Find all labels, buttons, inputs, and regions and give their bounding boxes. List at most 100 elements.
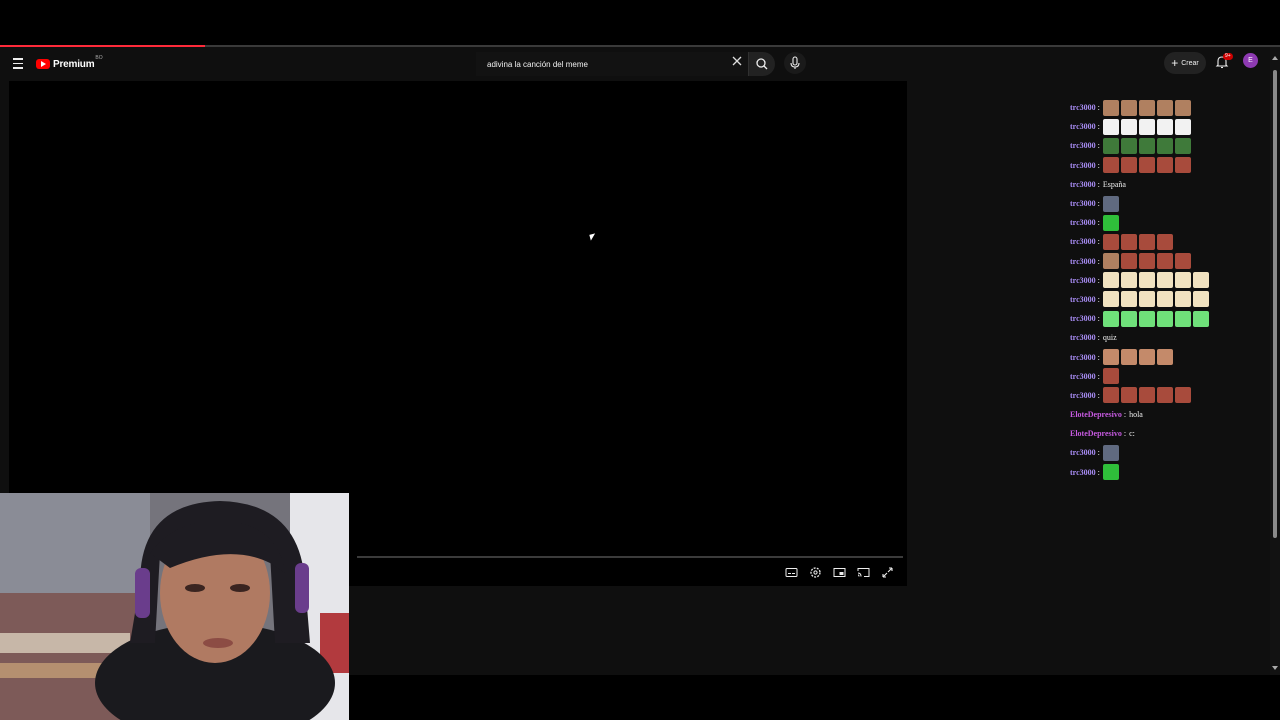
create-label: Crear [1181, 59, 1199, 67]
chat-username: trc3000 [1070, 160, 1096, 170]
youtube-premium-logo[interactable]: Premium BO [36, 55, 103, 73]
chat-emote-icon [1156, 99, 1173, 116]
chat-emote-icon [1102, 387, 1119, 404]
chat-emote-icon [1120, 349, 1137, 366]
chat-message: trc3000: quiz [1070, 328, 1270, 347]
notification-count-badge: 9+ [1223, 53, 1233, 60]
chat-emote-icon [1138, 349, 1155, 366]
chat-message: trc3000: [1070, 117, 1270, 136]
fullscreen-button[interactable] [880, 565, 895, 580]
chat-separator: : [1097, 275, 1100, 285]
search-box[interactable] [476, 52, 749, 76]
chat-separator: : [1097, 141, 1100, 151]
scrollbar-thumb[interactable] [1273, 70, 1277, 538]
chat-emote-icon [1102, 137, 1119, 154]
chat-emote-icon [1138, 272, 1155, 289]
menu-icon [13, 58, 23, 60]
chat-emote-icon [1138, 99, 1155, 116]
chat-emote-icon [1174, 291, 1191, 308]
chat-emote-icon [1156, 272, 1173, 289]
chat-username: trc3000 [1070, 122, 1096, 132]
video-progress-bar[interactable] [357, 556, 903, 558]
youtube-play-icon [36, 59, 50, 69]
plus-icon: + [1171, 56, 1179, 70]
chat-emote-icon [1102, 118, 1119, 135]
scroll-up-arrow-icon[interactable] [1272, 56, 1278, 60]
chat-emote-icon [1174, 137, 1191, 154]
chat-message: trc3000: [1070, 463, 1270, 482]
search-button[interactable] [749, 52, 775, 76]
chat-username: trc3000 [1070, 256, 1096, 266]
chat-username: EloteDepresivo [1070, 410, 1122, 420]
gear-icon [810, 567, 821, 578]
voice-search-button[interactable] [784, 52, 806, 74]
chat-emote-icon [1120, 137, 1137, 154]
chat-emote-icon [1102, 272, 1119, 289]
close-icon [732, 56, 742, 66]
chat-separator: : [1097, 371, 1100, 381]
chat-message: trc3000: [1070, 367, 1270, 386]
miniplayer-button[interactable] [832, 565, 847, 580]
chat-message: trc3000: [1070, 347, 1270, 366]
chat-separator: : [1123, 410, 1127, 420]
chat-emote-icon [1192, 272, 1209, 289]
webcam-person-image [0, 493, 349, 720]
chat-username: trc3000 [1070, 294, 1096, 304]
chat-emote-icon [1102, 464, 1119, 481]
chat-text: c: [1129, 429, 1135, 439]
chat-separator: : [1097, 199, 1100, 209]
chat-emote-icon [1138, 137, 1155, 154]
menu-icon-line [13, 67, 23, 69]
chat-separator: : [1097, 256, 1100, 266]
chat-username: trc3000 [1070, 333, 1096, 343]
chat-message: trc3000: [1070, 156, 1270, 175]
clear-search-button[interactable] [730, 54, 744, 68]
webcam-overlay [0, 493, 349, 720]
chat-emote-icon [1174, 99, 1191, 116]
chat-emote-icon [1156, 157, 1173, 174]
settings-button[interactable] [808, 565, 823, 580]
chat-emote-icon [1102, 214, 1119, 231]
chat-emote-icon [1120, 272, 1137, 289]
chat-emote-icon [1174, 387, 1191, 404]
chat-emote-icon [1102, 349, 1119, 366]
chat-emote-icon [1138, 387, 1155, 404]
top-black-band [0, 0, 1280, 46]
chat-separator: : [1097, 218, 1100, 228]
chat-username: trc3000 [1070, 103, 1096, 113]
masthead: Premium BO + Crear E [0, 47, 1270, 81]
cast-icon [857, 568, 870, 577]
search-input[interactable] [485, 58, 729, 70]
chat-emote-icon [1156, 137, 1173, 154]
chat-emote-icon [1156, 310, 1173, 327]
chat-username: trc3000 [1070, 371, 1096, 381]
chat-emote-icon [1120, 253, 1137, 270]
chat-message: trc3000: [1070, 213, 1270, 232]
cast-button[interactable] [856, 565, 871, 580]
chat-emote-icon [1138, 253, 1155, 270]
chat-separator: : [1097, 390, 1100, 400]
chat-separator: : [1097, 352, 1100, 362]
chat-username: trc3000 [1070, 275, 1096, 285]
scroll-down-arrow-icon[interactable] [1272, 666, 1278, 670]
subtitles-button[interactable] [784, 565, 799, 580]
chat-message: trc3000: [1070, 443, 1270, 462]
chat-emote-icon [1156, 349, 1173, 366]
chat-emote-icon [1120, 99, 1137, 116]
chat-message: trc3000: España [1070, 175, 1270, 194]
account-avatar[interactable]: E [1243, 53, 1258, 68]
chat-emote-icon [1174, 118, 1191, 135]
chat-message: trc3000: [1070, 194, 1270, 213]
chat-emote-icon [1102, 310, 1119, 327]
chat-emote-icon [1174, 272, 1191, 289]
chat-message: trc3000: [1070, 386, 1270, 405]
chat-username: trc3000 [1070, 314, 1096, 324]
chat-separator: : [1097, 179, 1100, 189]
chat-emote-icon [1138, 310, 1155, 327]
chat-emote-icon [1174, 253, 1191, 270]
guide-menu-button[interactable] [10, 55, 26, 73]
chat-message: trc3000: [1070, 309, 1270, 328]
chat-emote-icon [1120, 233, 1137, 250]
create-button[interactable]: + Crear [1164, 52, 1206, 74]
chat-emote-icon [1174, 157, 1191, 174]
